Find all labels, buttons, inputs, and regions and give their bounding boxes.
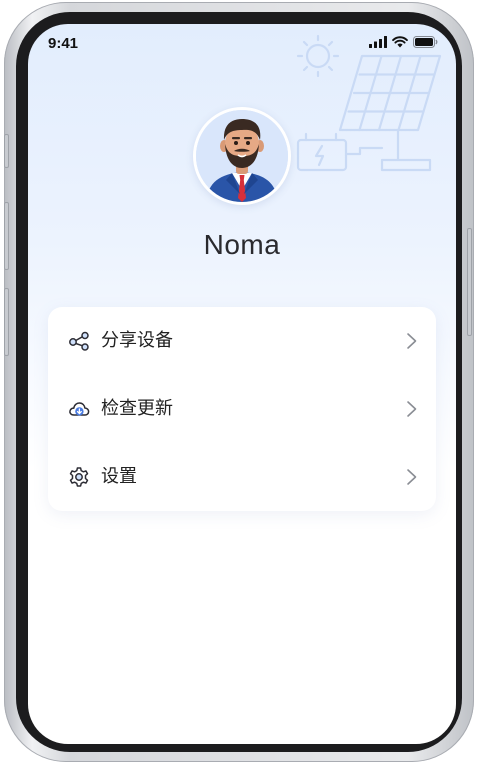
menu-item-share-device[interactable]: 分享设备 <box>48 307 436 375</box>
gear-icon <box>69 467 89 487</box>
avatar-illustration <box>196 110 288 202</box>
user-name: Noma <box>203 229 281 260</box>
cloud-download-icon <box>69 402 90 416</box>
menu-item-label: 设置 <box>101 466 137 487</box>
menu-item-label: 检查更新 <box>101 398 173 419</box>
volume-down-button <box>4 288 9 356</box>
power-button <box>467 228 472 336</box>
chevron-right-icon <box>407 401 417 417</box>
app-screen: 9:41 Noma 分享设备 检查更新 设置 <box>28 24 456 744</box>
share-icon <box>69 331 89 351</box>
solar-panel-illustration <box>296 34 442 172</box>
menu-card: 分享设备 检查更新 设置 <box>48 307 436 511</box>
silent-switch <box>4 134 9 168</box>
menu-item-label: 分享设备 <box>101 330 173 351</box>
status-time: 9:41 <box>48 35 79 52</box>
chevron-right-icon <box>407 333 417 349</box>
menu-item-settings[interactable]: 设置 <box>48 443 436 511</box>
menu-item-check-update[interactable]: 检查更新 <box>48 375 436 443</box>
chevron-right-icon <box>407 469 417 485</box>
user-avatar[interactable] <box>193 107 291 205</box>
volume-up-button <box>4 202 9 270</box>
